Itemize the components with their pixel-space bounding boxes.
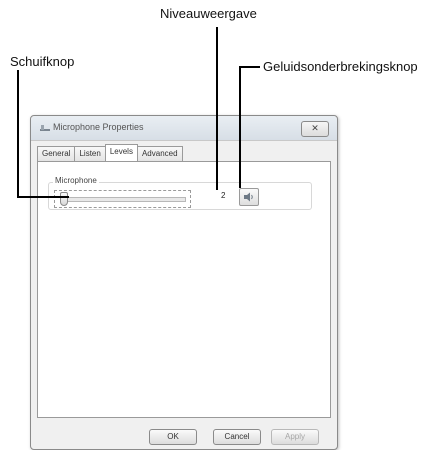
slider-callout-line-horizontal bbox=[17, 196, 69, 198]
close-button[interactable]: ✕ bbox=[301, 121, 329, 137]
slider-callout: Schuifknop bbox=[10, 54, 75, 69]
slider-track bbox=[61, 197, 186, 202]
tab-listen[interactable]: Listen bbox=[74, 146, 106, 161]
microphone-properties-dialog: Microphone Properties ✕ General Listen L… bbox=[30, 115, 338, 450]
speaker-icon bbox=[244, 192, 253, 202]
slider-callout-line-vertical bbox=[17, 70, 19, 198]
mute-callout-line-horizontal bbox=[240, 66, 260, 68]
tab-levels[interactable]: Levels bbox=[104, 144, 138, 161]
title-bar: Microphone Properties ✕ bbox=[31, 116, 337, 141]
cancel-button[interactable]: Cancel bbox=[213, 429, 261, 445]
mute-button-callout: Geluidsonderbrekingsknop bbox=[263, 59, 418, 74]
level-value: 2 bbox=[221, 191, 226, 200]
microphone-group: Microphone 2 bbox=[48, 176, 312, 210]
slider-thumb[interactable] bbox=[59, 192, 68, 206]
level-display-callout: Niveauweergave bbox=[160, 6, 257, 21]
levels-panel: Microphone 2 bbox=[37, 161, 331, 418]
tab-advanced[interactable]: Advanced bbox=[136, 146, 183, 161]
tab-strip: General Listen Levels Advanced bbox=[37, 144, 183, 162]
level-callout-line bbox=[216, 27, 218, 190]
level-slider[interactable] bbox=[54, 190, 191, 208]
mute-callout-line-vertical bbox=[239, 66, 241, 188]
mute-button[interactable] bbox=[239, 188, 259, 206]
ok-button[interactable]: OK bbox=[149, 429, 197, 445]
apply-button[interactable]: Apply bbox=[271, 429, 319, 445]
tab-general[interactable]: General bbox=[37, 146, 76, 161]
dialog-title: Microphone Properties bbox=[53, 122, 144, 132]
microphone-group-label: Microphone bbox=[53, 176, 99, 185]
microphone-icon bbox=[40, 125, 50, 131]
